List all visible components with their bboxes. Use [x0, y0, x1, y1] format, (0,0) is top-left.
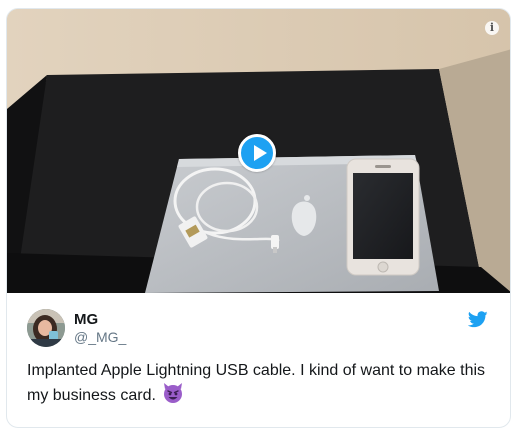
avatar[interactable]	[27, 309, 65, 347]
tweet-text: Implanted Apple Lightning USB cable. I k…	[27, 359, 497, 407]
user-handle[interactable]: @_MG_	[74, 329, 126, 345]
play-button[interactable]	[238, 134, 276, 172]
video-thumbnail[interactable]: i	[7, 9, 510, 293]
display-name[interactable]: MG	[74, 311, 98, 328]
play-icon	[254, 145, 267, 161]
embedded-tweet-card[interactable]: i MG @_MG_ Implanted Apple Lightning USB…	[6, 8, 511, 428]
twitter-bird-icon[interactable]	[468, 311, 488, 328]
tweet-body: Implanted Apple Lightning USB cable. I k…	[27, 362, 486, 404]
info-icon-glyph: i	[489, 21, 495, 34]
tweet-header: MG @_MG_	[27, 309, 497, 349]
smiling-imp-emoji-icon	[164, 383, 183, 403]
avatar-image	[27, 309, 65, 347]
info-icon[interactable]: i	[485, 21, 499, 35]
